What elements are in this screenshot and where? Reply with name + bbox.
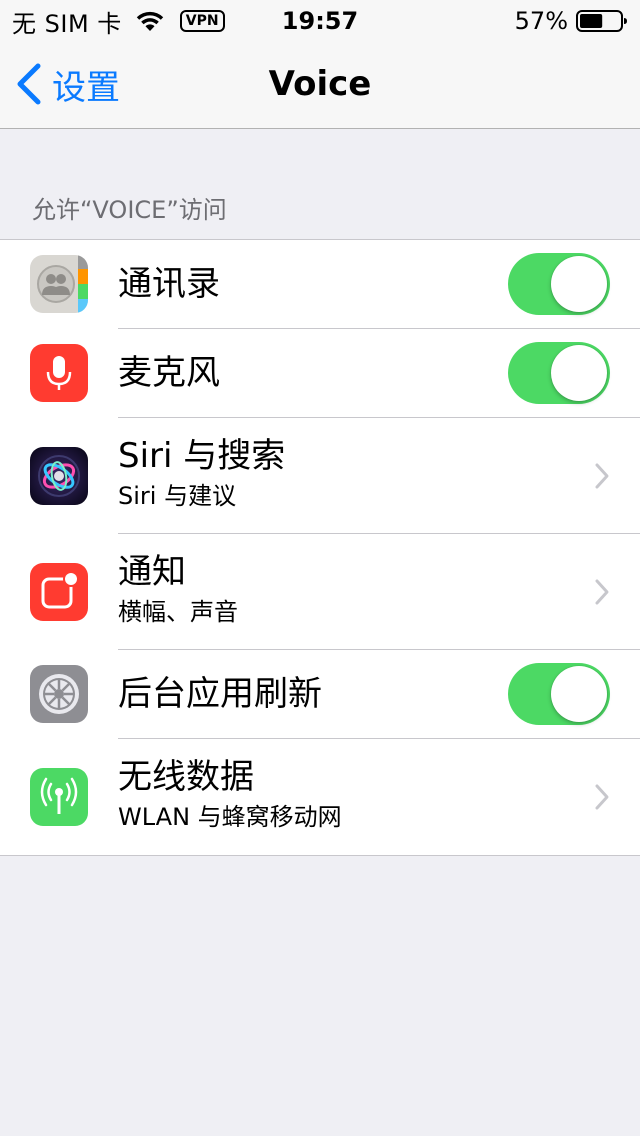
vpn-badge: VPN bbox=[179, 10, 225, 32]
microphone-toggle[interactable] bbox=[508, 342, 610, 404]
notifications-title: 通知 bbox=[118, 552, 186, 592]
back-button[interactable]: 设置 bbox=[14, 60, 120, 108]
status-left: 无 SIM 卡 VPN bbox=[12, 6, 225, 38]
contacts-toggle[interactable] bbox=[508, 253, 610, 315]
background-refresh-row[interactable]: 后台应用刷新 bbox=[0, 650, 640, 739]
section-header: 允许“VOICE”访问 bbox=[32, 196, 227, 224]
chevron-right-icon bbox=[595, 579, 609, 605]
wireless-data-row[interactable]: 无线数据 WLAN 与蜂窝移动网 bbox=[0, 739, 640, 855]
contacts-icon bbox=[30, 255, 88, 313]
notifications-row[interactable]: 通知 横幅、声音 bbox=[0, 534, 640, 650]
gear-icon bbox=[30, 665, 88, 723]
notifications-subtitle: 横幅、声音 bbox=[118, 598, 238, 626]
contacts-row[interactable]: 通讯录 bbox=[0, 240, 640, 329]
chevron-right-icon bbox=[595, 463, 609, 489]
wireless-data-subtitle: WLAN 与蜂窝移动网 bbox=[118, 803, 342, 831]
notifications-icon bbox=[30, 563, 88, 621]
siri-icon bbox=[30, 447, 88, 505]
carrier-label: 无 SIM 卡 bbox=[12, 9, 122, 38]
toggle-knob bbox=[551, 666, 607, 722]
siri-row[interactable]: Siri 与搜索 Siri 与建议 bbox=[0, 418, 640, 534]
wifi-icon bbox=[136, 11, 163, 31]
battery-percent: 57% bbox=[514, 7, 568, 35]
microphone-icon bbox=[30, 344, 88, 402]
toggle-knob bbox=[551, 256, 607, 312]
siri-title: Siri 与搜索 bbox=[118, 436, 286, 476]
microphone-row[interactable]: 麦克风 bbox=[0, 329, 640, 418]
navigation-bar: 设置 Voice bbox=[0, 40, 640, 129]
permissions-list: 通讯录 麦克风 Siri 与搜索 Siri 与建议 通知 横幅、声音 后台应用刷… bbox=[0, 239, 640, 856]
toggle-knob bbox=[551, 345, 607, 401]
chevron-left-icon bbox=[17, 63, 41, 105]
siri-subtitle: Siri 与建议 bbox=[118, 482, 237, 510]
contacts-title: 通讯录 bbox=[118, 264, 220, 304]
microphone-title: 麦克风 bbox=[118, 353, 220, 393]
wireless-data-title: 无线数据 bbox=[118, 757, 254, 797]
background-refresh-title: 后台应用刷新 bbox=[118, 674, 322, 714]
chevron-right-icon bbox=[595, 784, 609, 810]
wireless-data-icon bbox=[30, 768, 88, 826]
background-refresh-toggle[interactable] bbox=[508, 663, 610, 725]
status-right: 57% bbox=[515, 6, 628, 36]
status-bar: 无 SIM 卡 VPN 19:57 57% bbox=[0, 0, 640, 40]
back-label: 设置 bbox=[52, 67, 120, 108]
battery-icon bbox=[576, 10, 627, 32]
